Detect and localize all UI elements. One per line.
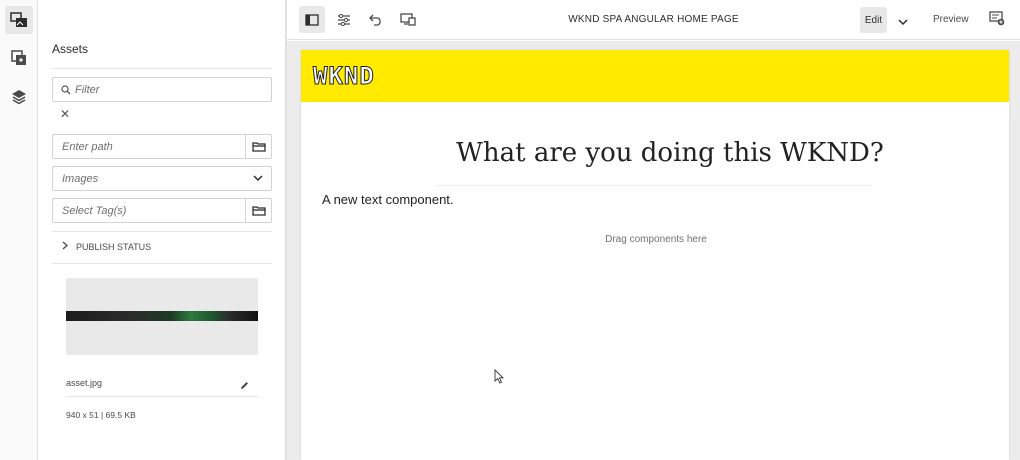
mouse-cursor-icon (494, 368, 505, 389)
components-icon[interactable] (5, 44, 33, 72)
divider (52, 263, 272, 264)
assets-panel: Assets Filter ✕ Enter path Images Select… (39, 0, 285, 460)
chevron-right-icon (62, 241, 68, 252)
annotations-icon[interactable] (989, 11, 1005, 31)
publish-status-label: PUBLISH STATUS (76, 241, 152, 252)
asset-type-value: Images (62, 172, 99, 185)
assets-icon[interactable] (5, 6, 33, 34)
divider (66, 396, 258, 397)
editor-toolbar: WKND SPA ANGULAR HOME PAGE Edit Preview (287, 0, 1020, 40)
clear-filter-button[interactable]: ✕ (60, 107, 70, 121)
asset-name: asset.jpg (66, 378, 103, 388)
chevron-down-icon (245, 175, 271, 182)
preview-button[interactable]: Preview (933, 14, 969, 25)
page-preview: WKND What are you doing this WKND? A new… (301, 50, 1009, 460)
divider (52, 68, 272, 69)
edit-icon[interactable] (240, 377, 249, 395)
search-icon (53, 84, 71, 95)
layers-icon[interactable] (5, 83, 33, 111)
text-component[interactable]: A new text component. (322, 192, 454, 207)
asset-type-select[interactable]: Images (52, 166, 272, 191)
site-header[interactable]: WKND (301, 50, 1009, 102)
asset-thumbnail[interactable] (66, 278, 258, 355)
asset-image (66, 311, 258, 321)
filter-input[interactable]: Filter (71, 84, 271, 96)
panel-title: Assets (52, 42, 89, 56)
drop-zone[interactable]: Drag components here (301, 234, 1009, 245)
edit-mode-button[interactable]: Edit (860, 7, 887, 33)
side-rail (0, 0, 38, 460)
site-logo: WKND (313, 62, 375, 91)
divider (436, 185, 872, 186)
asset-meta: 940 x 51 | 69.5 KB (66, 410, 136, 420)
path-field[interactable]: Enter path (52, 134, 272, 159)
page-title: WKND SPA ANGULAR HOME PAGE (568, 14, 739, 25)
folder-icon[interactable] (245, 199, 271, 222)
folder-icon[interactable] (245, 135, 271, 158)
chevron-down-icon[interactable] (898, 13, 908, 31)
page-headline[interactable]: What are you doing this WKND? (301, 138, 1009, 168)
divider (52, 231, 272, 232)
tags-input[interactable]: Select Tag(s) (53, 205, 245, 217)
filter-field[interactable]: Filter (52, 77, 272, 102)
path-input[interactable]: Enter path (53, 141, 245, 153)
publish-status-toggle[interactable]: PUBLISH STATUS (62, 241, 151, 252)
tags-field[interactable]: Select Tag(s) (52, 198, 272, 223)
